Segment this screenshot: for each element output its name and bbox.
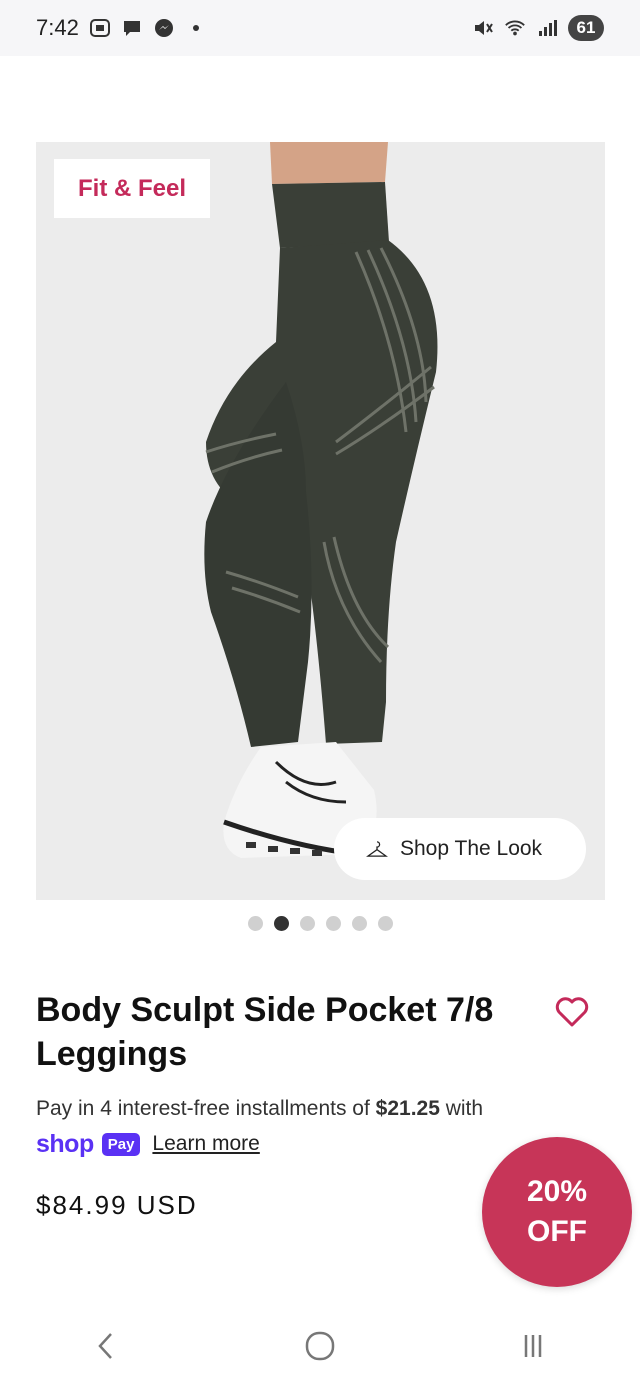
carousel-dots <box>0 916 640 932</box>
product-price: $84.99 USD <box>36 1190 198 1220</box>
back-chevron-icon <box>97 1333 112 1359</box>
chat-icon <box>121 17 143 39</box>
carousel-dot[interactable] <box>247 916 263 931</box>
shop-pay-logo: shop <box>36 1129 94 1158</box>
installments-suffix: with <box>439 1097 484 1120</box>
home-button[interactable] <box>290 1316 350 1376</box>
product-page: 7:42 61 Fit & Feel Shop The Look Body Sc… <box>0 0 640 1388</box>
shop-pay-row: shop Pay Learn more <box>36 1128 260 1160</box>
badge-label: Fit & Feel <box>77 174 186 202</box>
shop-pay-pill: Pay <box>101 1132 141 1156</box>
carousel-dot[interactable] <box>351 916 367 931</box>
product-image[interactable]: Fit & Feel Shop The Look <box>36 142 605 900</box>
battery-indicator: 61 <box>568 15 604 41</box>
carousel-dot[interactable] <box>377 916 393 931</box>
mute-icon <box>472 17 494 39</box>
shop-the-look-button[interactable]: Shop The Look <box>334 818 586 880</box>
installment-amount: $21.25 <box>375 1097 440 1120</box>
carousel-dot[interactable] <box>299 916 315 931</box>
status-bar: 7:42 61 <box>0 0 640 56</box>
screenshot-icon <box>89 17 111 39</box>
recents-button[interactable] <box>503 1316 563 1376</box>
status-left: 7:42 <box>36 15 207 41</box>
installments-prefix: Pay in 4 interest-free installments of <box>36 1097 376 1120</box>
discount-badge-button[interactable]: 20% OFF <box>482 1137 632 1287</box>
installments-text: Pay in 4 interest-free installments of $… <box>36 1094 596 1124</box>
discount-off: OFF <box>527 1215 587 1248</box>
leggings-photo <box>204 142 438 858</box>
messenger-icon <box>153 17 175 39</box>
discount-percent: 20% <box>526 1175 588 1208</box>
heart-outline-icon <box>555 997 589 1027</box>
home-circle-icon <box>305 1331 335 1361</box>
signal-icon <box>536 17 558 39</box>
carousel-dot-active[interactable] <box>273 916 289 931</box>
notification-dot-icon <box>185 17 207 39</box>
system-nav-bar <box>0 1304 640 1388</box>
status-right: 61 <box>472 15 604 41</box>
shop-the-look-label: Shop The Look <box>400 837 543 860</box>
recents-icon <box>525 1335 542 1357</box>
status-time: 7:42 <box>36 15 79 40</box>
wifi-icon <box>504 17 526 39</box>
hanger-icon <box>366 838 388 860</box>
carousel-dot[interactable] <box>325 916 341 931</box>
fit-feel-badge[interactable]: Fit & Feel <box>54 159 210 218</box>
back-button[interactable] <box>77 1316 137 1376</box>
product-title: Body Sculpt Side Pocket 7/8 Leggings <box>36 991 494 1073</box>
wishlist-button[interactable] <box>552 992 592 1032</box>
learn-more-link[interactable]: Learn more <box>152 1132 259 1156</box>
